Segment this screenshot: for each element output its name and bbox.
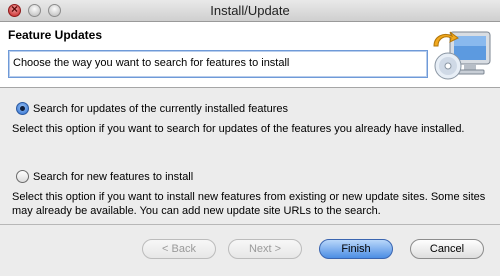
window-title: Install/Update	[210, 3, 290, 18]
finish-button[interactable]: Finish	[319, 239, 393, 259]
next-button[interactable]: Next >	[228, 239, 302, 259]
title-bar[interactable]: Install/Update	[0, 0, 500, 22]
option-description: Select this option if you want to instal…	[12, 191, 486, 217]
option-search-updates[interactable]: Search for updates of the currently inst…	[16, 102, 288, 115]
page-title: Feature Updates	[8, 28, 103, 42]
wizard-header: Feature Updates Choose the way you want …	[0, 22, 500, 88]
option-label[interactable]: Search for new features to install	[33, 171, 193, 183]
page-description: Choose the way you want to search for fe…	[8, 50, 428, 78]
option-search-new[interactable]: Search for new features to install	[16, 170, 193, 183]
cancel-button[interactable]: Cancel	[410, 239, 484, 259]
monitor-with-cd-icon	[433, 31, 491, 80]
option-label[interactable]: Search for updates of the currently inst…	[33, 103, 288, 115]
radio-search-updates[interactable]	[16, 102, 29, 115]
install-update-window: Install/Update Feature Updates Choose th…	[0, 0, 500, 276]
radio-search-new[interactable]	[16, 170, 29, 183]
option-description: Select this option if you want to search…	[12, 123, 465, 135]
back-button[interactable]: < Back	[142, 239, 216, 259]
button-separator	[0, 224, 500, 225]
